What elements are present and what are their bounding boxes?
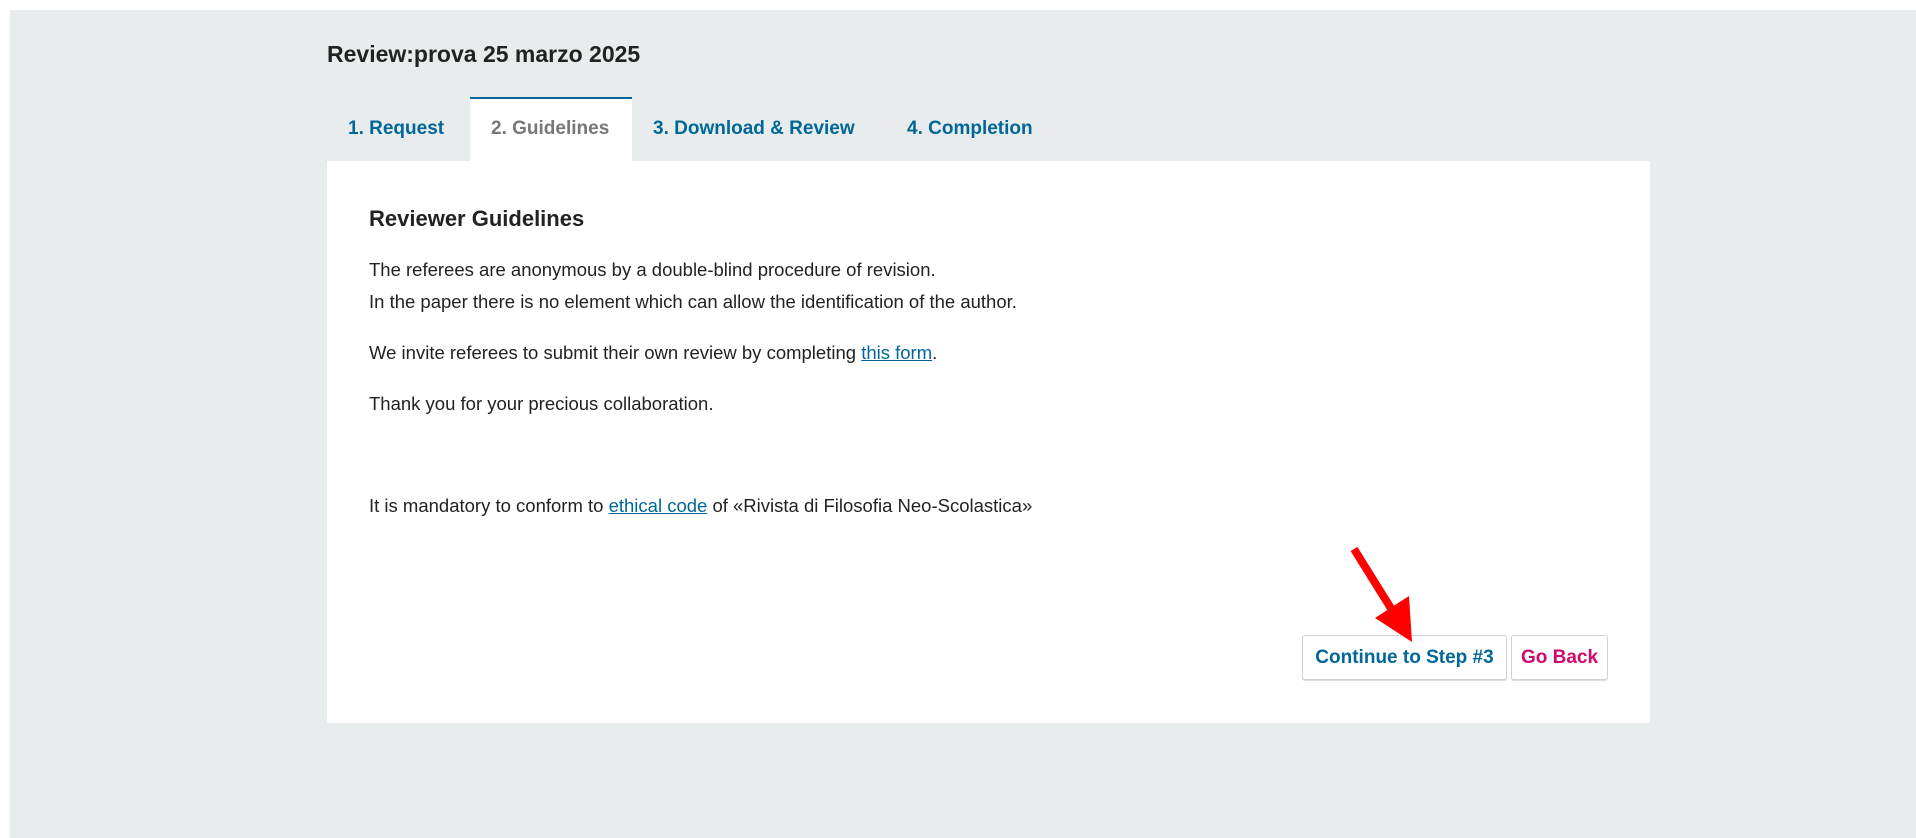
review-tabs: 1. Request 2. Guidelines 3. Download & R…	[327, 97, 1046, 161]
thank-you-text: Thank you for your precious collaboratio…	[369, 393, 714, 414]
this-form-link[interactable]: this form	[861, 342, 932, 363]
go-back-button[interactable]: Go Back	[1511, 635, 1608, 680]
guidelines-text-line-1: The referees are anonymous by a double-b…	[369, 259, 936, 280]
tab-guidelines[interactable]: 2. Guidelines	[470, 97, 632, 161]
ethical-code-text-end: of «Rivista di Filosofia Neo-Scolastica»	[707, 495, 1033, 516]
review-form-text: We invite referees to submit their own r…	[369, 342, 862, 363]
review-form-paragraph: We invite referees to submit their own r…	[369, 342, 937, 364]
page-title: Review:prova 25 marzo 2025	[327, 41, 641, 67]
tab-completion[interactable]: 4. Completion	[886, 97, 1046, 161]
guidelines-text-line-2: In the paper there is no element which c…	[369, 291, 1017, 312]
ethical-code-link[interactable]: ethical code	[609, 495, 708, 516]
ethical-code-paragraph: It is mandatory to conform to ethical co…	[369, 495, 1032, 517]
review-form-text-end: .	[932, 342, 938, 363]
section-heading: Reviewer Guidelines	[369, 206, 585, 231]
continue-to-step-3-button[interactable]: Continue to Step #3	[1302, 635, 1507, 680]
tab-download-review[interactable]: 3. Download & Review	[632, 97, 886, 161]
tab-request[interactable]: 1. Request	[327, 97, 470, 161]
ethical-code-text: It is mandatory to conform to	[369, 495, 609, 516]
guidelines-panel: Reviewer Guidelines The referees are ano…	[327, 161, 1650, 723]
